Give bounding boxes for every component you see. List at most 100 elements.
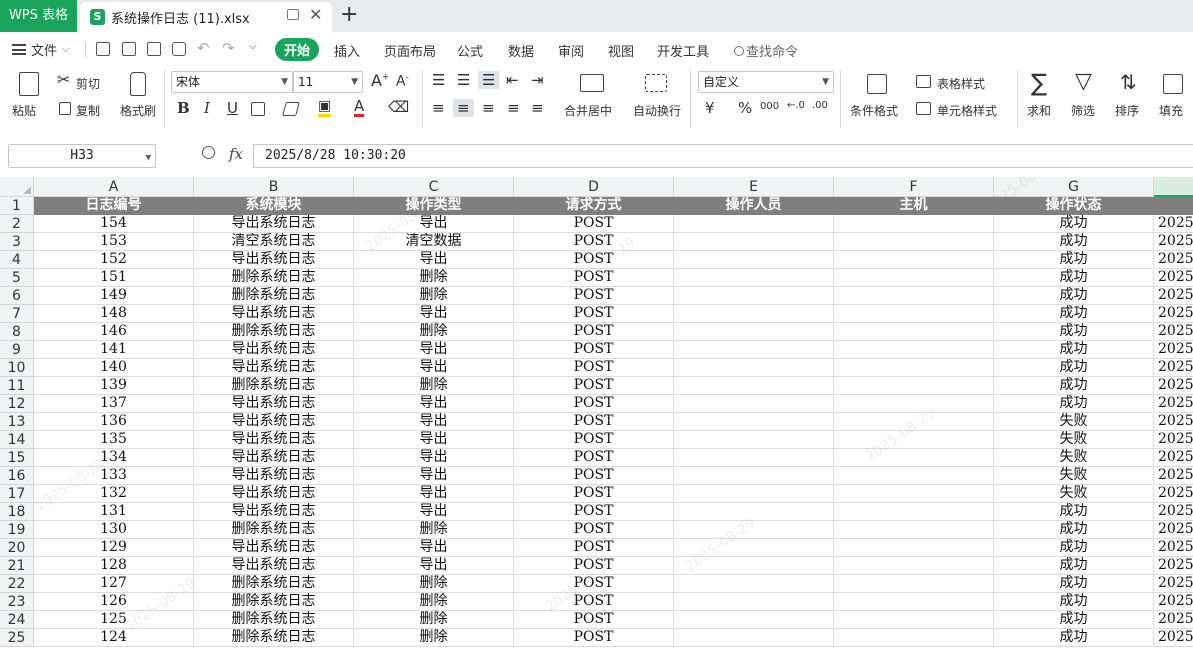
row-header[interactable]: 1 (0, 197, 34, 215)
cell[interactable]: 删除系统日志 (194, 377, 354, 395)
cell[interactable]: POST (514, 449, 674, 467)
cell[interactable]: 导出 (354, 305, 514, 323)
cell[interactable]: 124 (34, 629, 194, 647)
cell[interactable]: 失败 (994, 431, 1154, 449)
cell[interactable]: 失败 (994, 467, 1154, 485)
column-header[interactable]: E (674, 177, 834, 197)
cell[interactable]: 成功 (994, 575, 1154, 593)
cell[interactable]: POST (514, 233, 674, 251)
cell[interactable]: 删除 (354, 521, 514, 539)
paste-button[interactable]: 粘贴 (12, 102, 36, 119)
cell[interactable] (674, 413, 834, 431)
row-header[interactable]: 19 (0, 521, 34, 539)
cell[interactable]: 导出 (354, 413, 514, 431)
cell[interactable] (674, 467, 834, 485)
cell[interactable]: 导出系统日志 (194, 539, 354, 557)
cell[interactable] (674, 539, 834, 557)
cell[interactable]: 导出 (354, 341, 514, 359)
insert-function-button[interactable]: fx (229, 145, 243, 163)
cell[interactable] (834, 449, 994, 467)
italic-button[interactable]: I (204, 99, 210, 117)
distribute-icon[interactable]: ≡ (531, 99, 544, 117)
cell[interactable]: 删除 (354, 377, 514, 395)
cell[interactable]: 153 (34, 233, 194, 251)
cell[interactable]: 导出 (354, 449, 514, 467)
row-header[interactable]: 16 (0, 467, 34, 485)
cell[interactable]: 清空系统日志 (194, 233, 354, 251)
cell[interactable]: 成功 (994, 359, 1154, 377)
cell[interactable]: 删除 (354, 575, 514, 593)
currency-format-button[interactable]: ¥ (705, 99, 715, 117)
row-header[interactable]: 11 (0, 377, 34, 395)
export-icon[interactable] (122, 42, 136, 56)
row-header[interactable]: 22 (0, 575, 34, 593)
cell[interactable]: 删除系统日志 (194, 269, 354, 287)
cell[interactable]: 删除 (354, 593, 514, 611)
cell[interactable]: 删除 (354, 269, 514, 287)
column-header[interactable]: F (834, 177, 994, 197)
tab-review[interactable]: 审阅 (558, 41, 584, 60)
zoom-icon[interactable] (202, 146, 215, 159)
formula-input[interactable]: 2025/8/28 10:30:20 (253, 144, 1193, 168)
cell[interactable]: 成功 (994, 629, 1154, 647)
justify-icon[interactable]: ≡ (507, 99, 520, 117)
number-format-select[interactable]: 自定义 ▼ (698, 71, 834, 93)
cell[interactable]: 失败 (994, 449, 1154, 467)
command-search[interactable]: 查找命令 (734, 41, 798, 60)
align-middle-icon[interactable]: ☰ (457, 71, 470, 89)
tab-data[interactable]: 数据 (508, 41, 534, 60)
row-header[interactable]: 7 (0, 305, 34, 323)
save-icon[interactable] (96, 42, 110, 56)
cell[interactable] (674, 395, 834, 413)
cell-style-button[interactable]: 单元格样式 (937, 102, 997, 119)
increase-decimal-icon[interactable]: ←.0 (787, 100, 805, 111)
cell[interactable]: 成功 (994, 395, 1154, 413)
cell[interactable]: 成功 (994, 557, 1154, 575)
column-title-cell[interactable] (1154, 197, 1193, 215)
font-size-select[interactable]: 11 ▼ (293, 71, 363, 93)
cell[interactable]: 2025- (1154, 503, 1193, 521)
cell[interactable]: 导出 (354, 557, 514, 575)
cell[interactable]: POST (514, 521, 674, 539)
cell[interactable]: 136 (34, 413, 194, 431)
cell[interactable] (834, 575, 994, 593)
thousands-separator-button[interactable]: 000 (760, 101, 779, 112)
cell[interactable]: 删除 (354, 323, 514, 341)
cell[interactable]: 成功 (994, 521, 1154, 539)
cell[interactable]: POST (514, 485, 674, 503)
cell[interactable]: 2025- (1154, 467, 1193, 485)
cell[interactable]: 2025- (1154, 323, 1193, 341)
cell[interactable]: 导出系统日志 (194, 359, 354, 377)
name-box[interactable]: H33 ▼ (8, 144, 156, 168)
cell[interactable]: 删除系统日志 (194, 629, 354, 647)
cell[interactable] (674, 287, 834, 305)
column-title-cell[interactable]: 操作人员 (674, 197, 834, 215)
paste-icon[interactable] (19, 72, 39, 96)
cell[interactable]: 导出 (354, 359, 514, 377)
cell[interactable]: 成功 (994, 503, 1154, 521)
column-header[interactable]: C (354, 177, 514, 197)
cell[interactable]: 151 (34, 269, 194, 287)
cell[interactable]: 2025- (1154, 557, 1193, 575)
row-header[interactable]: 15 (0, 449, 34, 467)
cell[interactable]: 2025- (1154, 269, 1193, 287)
decrease-indent-icon[interactable]: ⇤ (506, 71, 519, 89)
fill-button[interactable]: 填充 (1159, 102, 1183, 119)
cell[interactable]: 131 (34, 503, 194, 521)
cell[interactable]: 2025- (1154, 233, 1193, 251)
cell[interactable] (834, 629, 994, 647)
filter-icon[interactable]: ▽ (1075, 69, 1092, 94)
cell[interactable]: 成功 (994, 215, 1154, 233)
cell[interactable] (834, 467, 994, 485)
cell[interactable]: 2025- (1154, 485, 1193, 503)
cell[interactable]: 删除系统日志 (194, 323, 354, 341)
borders-icon[interactable] (251, 102, 265, 116)
cell[interactable]: 导出 (354, 215, 514, 233)
cell[interactable]: 导出 (354, 467, 514, 485)
increase-font-icon[interactable]: A+ (371, 71, 390, 90)
cell[interactable] (674, 611, 834, 629)
cell[interactable]: 2025- (1154, 341, 1193, 359)
cell[interactable]: 成功 (994, 593, 1154, 611)
cell[interactable]: 导出系统日志 (194, 413, 354, 431)
cell[interactable]: 154 (34, 215, 194, 233)
